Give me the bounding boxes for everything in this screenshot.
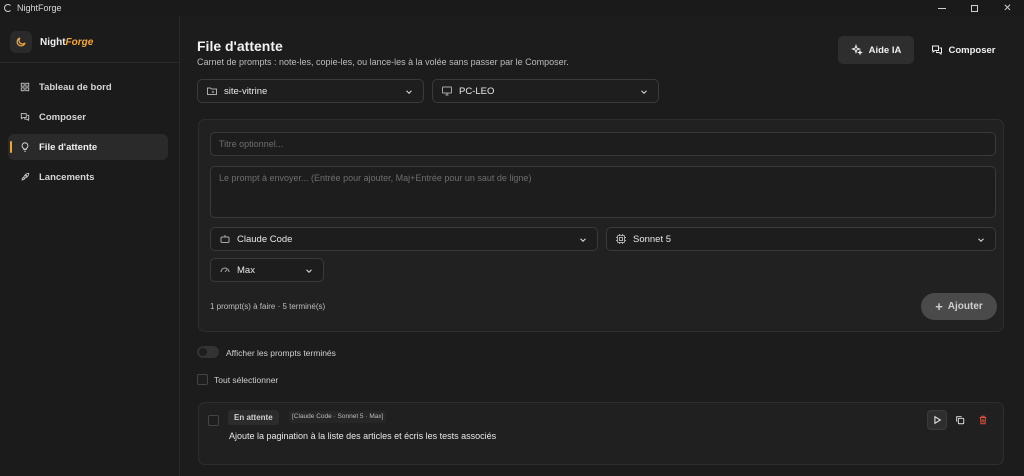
select-all-checkbox[interactable] xyxy=(197,374,208,385)
queue-counter: 1 prompt(s) à faire · 5 terminé(s) xyxy=(210,302,326,311)
copy-button[interactable] xyxy=(950,410,970,430)
plus-icon: + xyxy=(935,299,943,314)
sidebar-item-queue[interactable]: File d'attente xyxy=(8,134,168,160)
title-input[interactable]: Titre optionnel... xyxy=(210,132,996,156)
main-content: File d'attente Carnet de prompts : note-… xyxy=(181,16,1024,476)
add-button[interactable]: + Ajouter xyxy=(921,293,997,320)
divider xyxy=(0,62,180,63)
minimize-icon xyxy=(937,7,946,9)
chevron-down-icon xyxy=(978,238,984,242)
sidebar-nav: Tableau de bord Composer File d'attente … xyxy=(8,74,168,194)
maximize-icon xyxy=(971,4,978,12)
play-icon xyxy=(934,415,942,425)
page-title: File d'attente xyxy=(197,38,283,54)
meta-badge: [Claude Code · Sonnet 5 · Max] xyxy=(289,411,387,423)
project-value: site-vitrine xyxy=(224,85,268,97)
queue-item-actions xyxy=(924,410,993,430)
gauge-icon xyxy=(220,267,230,273)
brand-name-main: Night xyxy=(40,36,66,48)
chevron-down-icon xyxy=(306,269,312,273)
grid-icon xyxy=(20,82,30,92)
sidebar: NightForge Tableau de bord Composer File… xyxy=(0,16,180,476)
copy-icon xyxy=(956,416,965,425)
bulb-icon xyxy=(21,142,29,152)
trash-icon xyxy=(979,415,987,425)
chevron-down-icon xyxy=(580,238,586,242)
window-title: NightForge xyxy=(17,3,62,13)
app-icon xyxy=(4,4,12,12)
new-prompt-card: Titre optionnel... Le prompt à envoyer..… xyxy=(198,119,1004,332)
show-done-label: Afficher les prompts terminés xyxy=(226,348,336,358)
queue-item-checkbox[interactable] xyxy=(208,415,219,426)
sidebar-item-label: Composer xyxy=(39,111,86,123)
sidebar-item-launches[interactable]: Lancements xyxy=(8,164,168,190)
sidebar-item-dashboard[interactable]: Tableau de bord xyxy=(8,74,168,100)
close-button[interactable]: ✕ xyxy=(991,0,1024,16)
machine-value: PC-LEO xyxy=(459,85,495,97)
agent-value: Claude Code xyxy=(237,233,293,245)
minimize-button[interactable] xyxy=(925,0,958,16)
chevron-down-icon xyxy=(406,90,412,94)
sidebar-item-label: File d'attente xyxy=(39,141,98,153)
composer-label: Composer xyxy=(948,44,996,56)
close-icon: ✕ xyxy=(1003,2,1012,14)
queue-item: En attente [Claude Code · Sonnet 5 · Max… xyxy=(198,402,1004,465)
page-subtitle: Carnet de prompts : note-les, copie-les,… xyxy=(197,57,569,67)
prompt-textarea[interactable]: Le prompt à envoyer... (Entrée pour ajou… xyxy=(210,166,996,218)
cpu-icon xyxy=(616,234,626,244)
sidebar-item-composer[interactable]: Composer xyxy=(8,104,168,130)
folder-icon xyxy=(207,87,217,95)
monitor-icon xyxy=(442,86,452,96)
title-bar: NightForge ✕ xyxy=(0,0,1024,16)
rocket-icon xyxy=(21,172,30,181)
maximize-button[interactable] xyxy=(958,0,991,16)
chat-icon xyxy=(931,45,942,55)
machine-select[interactable]: PC-LEO xyxy=(432,79,659,103)
ai-help-button[interactable]: Aide IA xyxy=(838,36,914,64)
model-select[interactable]: Sonnet 5 xyxy=(606,227,996,251)
queue-item-text: Ajoute la pagination à la liste des arti… xyxy=(229,431,497,441)
model-value: Sonnet 5 xyxy=(633,233,672,245)
bot-icon xyxy=(220,235,230,243)
status-badge: En attente xyxy=(228,410,279,425)
ai-help-label: Aide IA xyxy=(868,44,902,56)
select-all-label: Tout sélectionner xyxy=(214,375,279,385)
delete-button[interactable] xyxy=(973,410,993,430)
sparkles-icon xyxy=(850,44,863,56)
chevron-down-icon xyxy=(641,90,647,94)
agent-select[interactable]: Claude Code xyxy=(210,227,598,251)
project-select[interactable]: site-vitrine xyxy=(197,79,424,103)
brand-name: NightForge xyxy=(40,37,93,48)
composer-button[interactable]: Composer xyxy=(924,36,1002,64)
sidebar-item-label: Tableau de bord xyxy=(39,81,112,93)
brand[interactable]: NightForge xyxy=(10,31,93,53)
chat-icon xyxy=(20,113,30,122)
brand-name-accent: Forge xyxy=(65,36,94,48)
effort-value: Max xyxy=(237,264,255,276)
show-done-toggle[interactable] xyxy=(197,346,219,358)
run-button[interactable] xyxy=(927,410,947,430)
moon-icon xyxy=(10,31,32,53)
add-button-label: Ajouter xyxy=(947,301,983,312)
sidebar-item-label: Lancements xyxy=(39,171,95,183)
effort-select[interactable]: Max xyxy=(210,258,324,282)
